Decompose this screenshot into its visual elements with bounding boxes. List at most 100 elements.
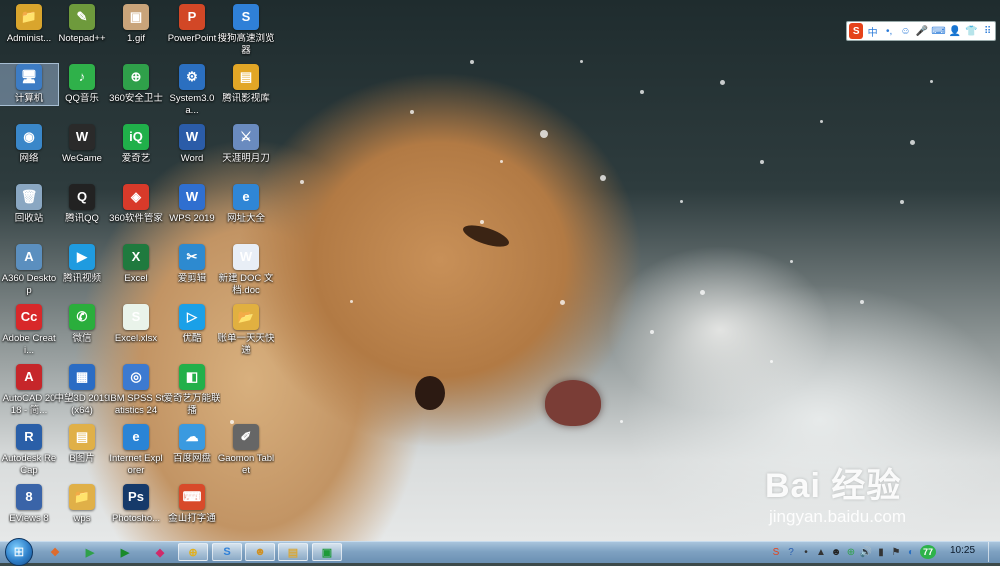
desktop-icon-computer[interactable]: 🖥 计算机 [0, 63, 59, 106]
media-player-icon[interactable]: ▶ [75, 543, 105, 561]
desktop-icon-youku[interactable]: ▷ 优酷 [163, 304, 221, 345]
desktop-icon-label: Notepad++ [58, 33, 106, 44]
youku-taskbar-icon[interactable]: ◆ [145, 543, 175, 561]
show-desktop-button[interactable] [988, 542, 1000, 562]
a360-desktop-icon: A [16, 244, 42, 270]
desktop-icon-wps-folder[interactable]: 📁 wps [53, 484, 111, 525]
snowflake [860, 300, 864, 304]
sogou-taskbar-icon[interactable]: S [212, 543, 242, 561]
desktop-icon-recycle-bin[interactable]: 🗑 回收站 [0, 184, 58, 225]
360-tray-icon[interactable]: ⊕ [845, 545, 857, 559]
taskbar-clock[interactable]: 10:25 [950, 545, 975, 556]
desktop-icon-tencent-video-library[interactable]: ▤ 腾讯影视库 [217, 64, 275, 105]
recap-icon: R [16, 424, 42, 450]
360-taskbar-icon[interactable]: ⊕ [178, 543, 208, 561]
desktop-icon-excel[interactable]: X Excel [107, 244, 165, 285]
desktop-icon-gif-image[interactable]: ▣ 1.gif [107, 4, 165, 45]
snowflake [470, 60, 474, 64]
snowflake [650, 330, 654, 334]
computer-icon: 🖥 [16, 64, 42, 90]
dots-tray-icon[interactable]: • [800, 545, 812, 559]
desktop-icon-label: 爱奇艺万能联播 [163, 393, 221, 416]
desktop-icon-network[interactable]: ◉ 网络 [0, 124, 58, 165]
desktop-icon-iqiyi[interactable]: iQ 爱奇艺 [107, 124, 165, 165]
ime-emoji-icon[interactable]: ☺ [898, 23, 912, 39]
desktop-icon-iqiyi-player[interactable]: ◧ 爱奇艺万能联播 [163, 364, 221, 417]
desktop-icon-image-folder[interactable]: ▤ B图片 [53, 424, 111, 465]
qq-taskbar-icon[interactable]: ☻ [245, 543, 275, 561]
snowflake [350, 300, 353, 303]
desktop-icon-qq-music[interactable]: ♪ QQ音乐 [53, 64, 111, 105]
desktop-icon-label: Gaomon Tablet [217, 453, 275, 476]
ime-voice-icon[interactable]: 🎤 [915, 23, 929, 39]
powerpoint-icon: P [179, 4, 205, 30]
desktop-icon-baidu-netdisk[interactable]: ☁ 百度网盘 [163, 424, 221, 465]
ime-skin-icon[interactable]: 👕 [964, 23, 978, 39]
desktop-icon-360-security[interactable]: ⊕ 360安全卫士 [107, 64, 165, 105]
desktop-icon-label: 360安全卫士 [109, 93, 163, 104]
desktop-icon-label: A360 Desktop [1, 273, 57, 296]
arrow-tray-icon[interactable]: ▲ [815, 545, 827, 559]
iqiyi-taskbar-icon[interactable]: ▶ [110, 543, 140, 561]
desktop-icon-aijianji[interactable]: ✂ 爱剪辑 [163, 244, 221, 285]
qq-tray-icon[interactable]: ☻ [830, 545, 842, 559]
desktop-icon-sogou-browser[interactable]: S 搜狗高速浏览器 [217, 4, 275, 57]
iqiyi-player-taskbar-icon[interactable]: ▣ [312, 543, 342, 561]
desktop-icon-360-software-manager[interactable]: ◈ 360软件管家 [107, 184, 165, 225]
desktop-icon-photoshop[interactable]: Ps Photosho... [107, 484, 165, 525]
desktop-icon-user-folder[interactable]: 📁 Administ... [0, 4, 58, 45]
desktop-icon-label: 网络 [19, 153, 39, 164]
desktop-icon-word[interactable]: W Word [163, 124, 221, 165]
desktop-icon-doc-file[interactable]: W 新建 DOC 文档.doc [217, 244, 275, 297]
desktop-icon-wechat[interactable]: ✆ 微信 [53, 304, 111, 345]
system-settings-icon: ⚙ [179, 64, 205, 90]
desktop-icon-web-directory[interactable]: e 网址大全 [217, 184, 275, 225]
wps-folder-icon: 📁 [69, 484, 95, 510]
volume-icon[interactable]: 🔊 [860, 545, 872, 559]
desktop-icon-zw3d[interactable]: ▦ 中望3D 2019 (x64) [53, 364, 111, 417]
desktop-icon-eviews[interactable]: 8 EViews 8 [0, 484, 58, 525]
desktop-icon-label: WPS 2019 [169, 213, 215, 224]
desktop-icon-label: 回收站 [14, 213, 44, 224]
help-tray-icon[interactable]: ? [785, 545, 797, 559]
desktop-icon-adobe-creative-cloud[interactable]: Cc Adobe Creati... [0, 304, 58, 357]
doc-file-icon: W [233, 244, 259, 270]
sogou-ime-icon[interactable]: S [849, 23, 864, 39]
ime-user-icon[interactable]: 👤 [948, 23, 962, 39]
ime-mode-toggle[interactable]: 中 [865, 23, 879, 39]
desktop-icon-powerpoint[interactable]: P PowerPoint [163, 4, 221, 45]
snowflake [500, 160, 503, 163]
desktop-icon-spss[interactable]: ◎ IBM SPSS Statistics 24 [107, 364, 165, 417]
autocad-icon: A [16, 364, 42, 390]
snowflake [700, 290, 705, 295]
desktop-icon-typing-tutor[interactable]: ⌨ 金山打字通 [163, 484, 221, 525]
desktop-icon-label: 账单一天天快递 [217, 333, 275, 356]
desktop-icon-internet-explorer[interactable]: e Internet Explorer [107, 424, 165, 477]
action-center-icon[interactable]: ⚑ [890, 545, 902, 559]
sogou-tray-icon[interactable]: S [770, 545, 782, 559]
desktop-icon-a360-desktop[interactable]: A A360 Desktop [0, 244, 58, 297]
network-signal-icon[interactable]: ▮ [875, 545, 887, 559]
antivirus-tray-icon[interactable]: ◐ [905, 545, 917, 559]
desktop-icon-system-settings[interactable]: ⚙ System3.0a... [163, 64, 221, 117]
desktop-icon-notepad-plus-plus[interactable]: ✎ Notepad++ [53, 4, 111, 45]
desktop-icon-recap[interactable]: R Autodesk ReCap [0, 424, 58, 477]
ime-toolbox-icon[interactable]: ⠿ [981, 23, 995, 39]
windows-logo-icon[interactable]: ❖ [40, 543, 70, 561]
explorer-taskbar-icon[interactable]: ▤ [278, 543, 308, 561]
desktop-icon-tencent-video[interactable]: ▶ 腾讯视频 [53, 244, 111, 285]
desktop-icon-qq[interactable]: Q 腾讯QQ [53, 184, 111, 225]
desktop-icon-label: 金山打字通 [168, 513, 216, 524]
desktop-icon-label: 爱奇艺 [121, 153, 151, 164]
performance-badge[interactable]: 77 [920, 545, 936, 559]
desktop-icon-xlsx-file[interactable]: S Excel.xlsx [107, 304, 165, 345]
ime-keyboard-icon[interactable]: ⌨ [931, 23, 945, 39]
desktop-icon-wps[interactable]: W WPS 2019 [163, 184, 221, 225]
desktop-icon-wegame[interactable]: W WeGame [53, 124, 111, 165]
desktop-icon-game-sword[interactable]: ⚔ 天涯明月刀 [217, 124, 275, 165]
desktop-icon-tablet-driver[interactable]: ✐ Gaomon Tablet [217, 424, 275, 477]
input-method-toolbar[interactable]: S 中 •, ☺ 🎤 ⌨ 👤 👕 ⠿ [846, 21, 996, 41]
desktop-icon-autocad[interactable]: A AutoCAD 2018 - 简... [0, 364, 58, 417]
ime-punctuation-icon[interactable]: •, [882, 23, 896, 39]
desktop-icon-bill-folder[interactable]: 📂 账单一天天快递 [217, 304, 275, 357]
